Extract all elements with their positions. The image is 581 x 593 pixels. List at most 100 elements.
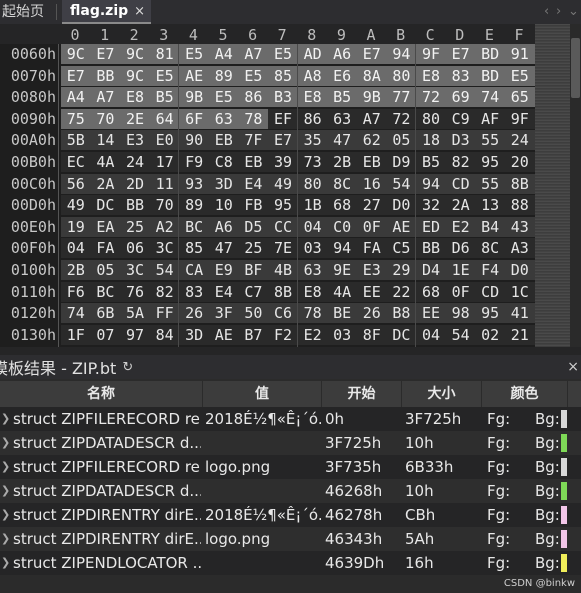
hex-byte[interactable]: 8B [268,281,298,302]
hex-byte[interactable]: 54 [149,260,180,280]
text-pane[interactable] [535,24,570,347]
bg-color-swatch[interactable] [561,554,567,572]
hex-byte[interactable]: FF [149,303,180,324]
hex-byte[interactable]: 81 [149,44,180,64]
hex-byte[interactable]: 88 [505,195,535,216]
hex-byte[interactable]: 0F [357,216,387,237]
hex-byte[interactable]: FA [90,238,121,259]
hex-byte[interactable]: 8C [475,238,505,259]
hex-byte[interactable]: 8A [357,65,387,86]
hex-byte[interactable]: E6 [327,65,357,86]
hex-byte[interactable]: 24 [120,152,150,172]
hex-byte[interactable]: 19 [61,216,91,237]
hex-byte[interactable]: BC [179,216,209,237]
hex-byte[interactable]: 9B [357,87,387,108]
hex-byte[interactable]: 68 [416,281,446,302]
hex-byte[interactable]: 2D [120,173,150,194]
hex-byte[interactable]: 95 [475,303,505,324]
hex-byte[interactable]: EF [268,108,298,129]
hex-byte[interactable]: BF [238,260,269,280]
hex-byte[interactable]: 14 [90,130,121,151]
hex-byte[interactable]: F6 [61,281,91,302]
hex-byte[interactable]: E5 [268,44,298,64]
hex-byte[interactable]: 64 [149,108,180,129]
hex-byte[interactable]: 63 [297,260,328,280]
hex-byte[interactable]: 65 [505,87,535,108]
hex-byte[interactable]: 35 [297,130,328,151]
hex-byte[interactable]: D6 [445,238,476,259]
hex-byte[interactable]: 2B [61,260,91,280]
expand-arrow-icon[interactable]: ❯ [1,431,10,455]
hex-byte[interactable]: E9 [209,260,239,280]
hex-byte[interactable]: 9F [505,108,535,129]
hex-byte[interactable]: 62 [357,130,387,151]
hex-byte[interactable]: EB [238,152,269,172]
hex-byte[interactable]: 13 [475,195,505,216]
hex-byte[interactable]: 76 [120,281,150,302]
hex-byte[interactable]: A7 [90,87,121,108]
hex-byte[interactable]: E5 [505,65,535,86]
hex-byte[interactable]: 83 [179,281,209,302]
hex-byte[interactable]: 78 [297,303,328,324]
hex-byte[interactable]: F4 [475,260,505,280]
hex-byte[interactable]: A6 [327,44,357,64]
hex-byte[interactable]: CD [475,281,505,302]
hex-byte[interactable]: 11 [149,173,180,194]
hex-byte[interactable]: 77 [386,87,417,108]
refresh-icon[interactable]: ↻ [122,360,133,375]
hex-byte[interactable]: CD [445,173,476,194]
hex-byte[interactable]: 54 [386,173,417,194]
hex-byte[interactable]: B7 [238,324,269,345]
tab-flag-zip[interactable]: flag.zip × [62,0,152,24]
horizontal-scrollbar[interactable] [0,347,581,355]
hex-byte[interactable]: B5 [416,152,446,172]
expand-arrow-icon[interactable]: ❯ [1,551,10,575]
hex-byte[interactable]: E4 [209,281,239,302]
hex-byte[interactable]: F2 [268,324,298,345]
bg-color-swatch[interactable] [561,506,567,524]
table-row[interactable]: ❯ struct ZIPENDLOCATOR ... 4639Dh 16h Fg: Bg: [0,551,581,575]
hex-byte[interactable]: E7 [61,65,91,86]
hex-byte[interactable]: 85 [179,238,209,259]
table-row[interactable]: ❯ struct ZIPFILERECORD re... 2018É½¶«Ê¡´ó.… [0,407,581,431]
table-row[interactable]: ❯ struct ZIPDATADESCR d... 46268h 10h Fg: Bg: [0,479,581,503]
hex-byte[interactable]: 68 [327,195,357,216]
hex-byte[interactable]: 05 [386,130,417,151]
table-row[interactable]: ❯ struct ZIPDIRENTRY dirE... 2018É½¶«Ê¡´ó.… [0,503,581,527]
hex-byte[interactable]: 2E [120,108,150,129]
column-size[interactable]: 大小 [402,381,482,407]
hex-byte[interactable]: 2A [90,173,121,194]
hex-byte[interactable]: EB [209,130,239,151]
hex-byte[interactable]: 6F [179,108,209,129]
hex-byte[interactable]: B4 [475,216,505,237]
hex-byte[interactable]: 1E [445,260,476,280]
hex-byte[interactable]: 9C [120,44,150,64]
hex-byte[interactable]: 83 [445,65,476,86]
hex-byte[interactable]: 8C [327,173,357,194]
hex-byte[interactable]: BD [475,65,505,86]
chevron-left-icon[interactable]: ‹ [544,0,549,24]
hex-byte[interactable]: 8F [357,324,387,345]
hex-byte[interactable]: 0F [445,281,476,302]
hex-byte[interactable]: 05 [90,260,121,280]
expand-arrow-icon[interactable]: ❯ [1,455,10,479]
chevron-down-icon[interactable]: ⌄ [568,0,579,24]
hex-byte[interactable]: B3 [268,87,298,108]
hex-byte[interactable]: 5B [61,130,91,151]
hex-byte[interactable]: 74 [475,87,505,108]
hex-byte[interactable]: 7F [238,130,269,151]
hex-byte[interactable]: 80 [297,173,328,194]
hex-byte[interactable]: 74 [61,303,91,324]
hex-byte[interactable]: D9 [386,152,417,172]
close-icon[interactable]: × [134,4,145,19]
hex-byte[interactable]: 94 [327,238,357,259]
hex-byte[interactable]: 63 [209,108,239,129]
hex-byte[interactable]: 95 [268,195,298,216]
close-icon[interactable]: × [567,355,579,379]
expand-arrow-icon[interactable]: ❯ [1,503,10,527]
hex-byte[interactable]: 16 [357,173,387,194]
hex-byte[interactable]: EE [357,281,387,302]
hex-byte[interactable]: 10 [209,195,239,216]
hex-byte[interactable]: 1F [61,324,91,345]
hex-byte[interactable]: 4B [268,260,298,280]
